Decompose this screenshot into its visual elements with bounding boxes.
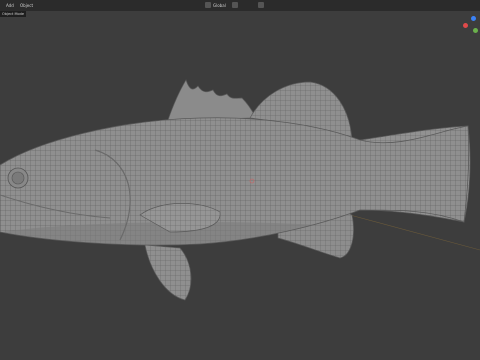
dorsal-fin-spiny	[167, 79, 257, 121]
axis-z-dot[interactable]	[471, 16, 476, 21]
axis-x-dot[interactable]	[463, 23, 468, 28]
fish-mesh	[0, 79, 480, 301]
gizmo-icon[interactable]	[462, 14, 480, 36]
axis-y-dot[interactable]	[473, 28, 478, 33]
3d-viewport[interactable]: Add Object Global Object Mode	[0, 0, 480, 360]
